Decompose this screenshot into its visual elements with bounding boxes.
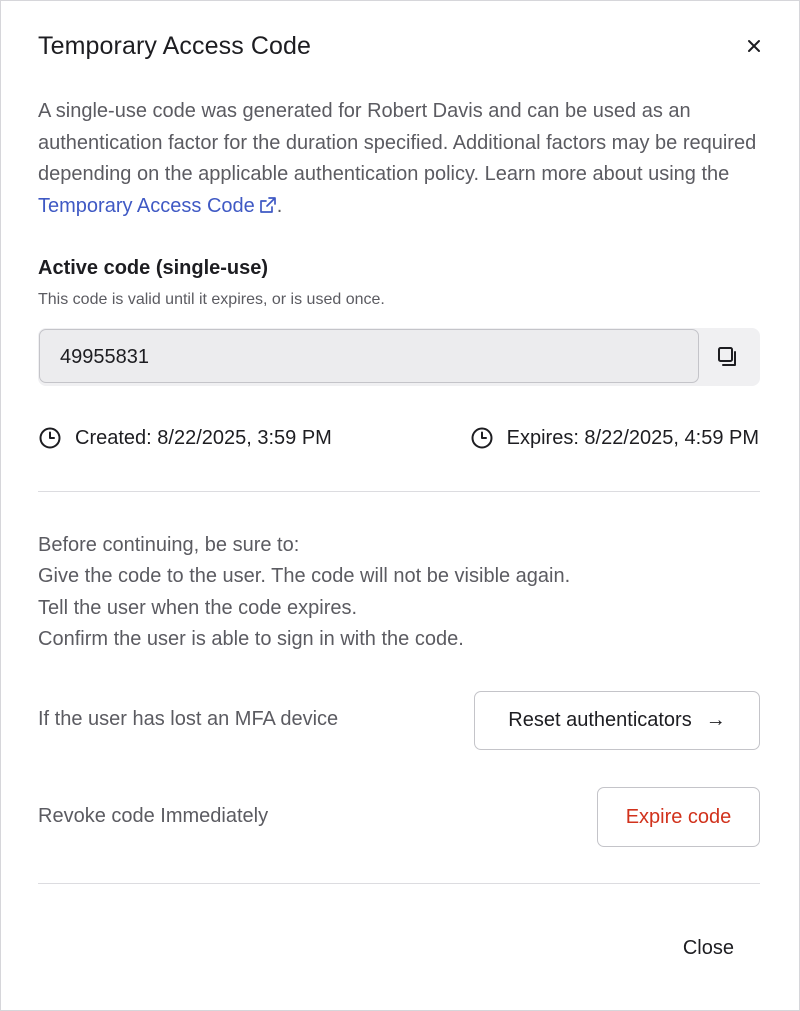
temporary-access-code-link[interactable]: Temporary Access Code (38, 195, 277, 217)
created-time: Created: 8/22/2025, 3:59 PM (38, 426, 332, 450)
expires-time: Expires: 8/22/2025, 4:59 PM (470, 426, 759, 450)
instruction-line: Give the code to the user. The code will… (38, 565, 571, 588)
clock-icon (471, 427, 493, 449)
copy-icon[interactable] (716, 345, 740, 369)
instructions-list: Before continuing, be sure to: Give the … (38, 530, 760, 655)
arrow-right-icon: → (705, 709, 726, 731)
active-code-help: This code is valid until it expires, or … (38, 291, 385, 308)
clock-icon (39, 427, 61, 449)
active-code-label: Active code (single-use) (38, 257, 269, 279)
code-value-field[interactable]: 49955831 (39, 329, 699, 383)
reset-button-label: Reset authenticators (508, 709, 692, 731)
created-text: Created: 8/22/2025, 3:59 PM (75, 426, 332, 449)
divider (38, 491, 760, 492)
instruction-line: Confirm the user is able to sign in with… (38, 627, 464, 650)
dialog-description: A single-use code was generated for Robe… (38, 96, 758, 224)
close-icon[interactable] (743, 35, 765, 57)
code-field-wrapper: 49955831 (38, 328, 760, 386)
reset-label: If the user has lost an MFA device (38, 708, 339, 730)
description-end: . (276, 194, 283, 217)
temporary-access-code-dialog: Temporary Access Code A single-use code … (0, 0, 800, 1011)
instruction-line: Before continuing, be sure to: (38, 534, 300, 556)
revoke-label: Revoke code Immediately (38, 805, 269, 827)
expire-code-button[interactable]: Expire code (597, 787, 760, 847)
dialog-title: Temporary Access Code (38, 32, 312, 60)
external-link-icon (259, 193, 277, 225)
instruction-line: Tell the user when the code expires. (38, 596, 358, 619)
description-text: A single-use code was generated for Robe… (38, 100, 757, 185)
divider (38, 883, 760, 884)
close-button[interactable]: Close (683, 937, 734, 960)
reset-authenticators-button[interactable]: Reset authenticators → (474, 691, 760, 750)
expires-text: Expires: 8/22/2025, 4:59 PM (506, 426, 759, 449)
